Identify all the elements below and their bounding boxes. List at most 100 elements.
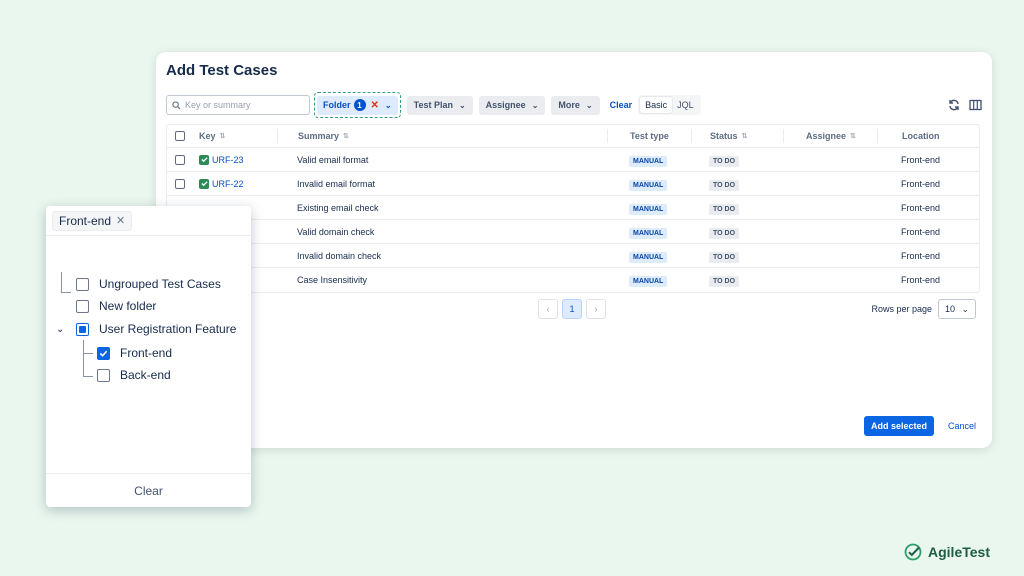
row-checkbox[interactable]	[175, 154, 185, 165]
folder-filter-highlight: Folder 1 ✕ ⌄	[314, 92, 401, 118]
refresh-icon[interactable]	[948, 99, 960, 111]
more-label: More	[558, 100, 580, 110]
status-badge: TO DO	[709, 179, 740, 191]
agiletest-logo-icon	[904, 543, 922, 561]
table-row[interactable]: URF-22 Invalid email format MANUAL TO DO…	[167, 172, 979, 196]
tree-checkbox-checked[interactable]	[97, 346, 110, 360]
header-assignee-label: Assignee	[806, 131, 847, 141]
tree-item-label: User Registration Feature	[99, 322, 237, 336]
test-type-badge: MANUAL	[629, 227, 668, 239]
add-selected-button[interactable]: Add selected	[863, 416, 934, 436]
assignee-filter-button[interactable]: Assignee ⌄	[478, 95, 546, 115]
test-type-badge: MANUAL	[629, 251, 668, 263]
sort-icon: ⇅	[343, 133, 349, 140]
table-row[interactable]: Case Insensitivity MANUAL TO DO Front-en…	[167, 268, 979, 292]
test-type-badge: MANUAL	[629, 179, 668, 191]
status-badge: TO DO	[709, 155, 740, 167]
dialog-title: Add Test Cases	[166, 62, 278, 79]
check-icon	[99, 350, 108, 357]
tree-checkbox[interactable]	[76, 277, 89, 291]
test-plan-filter-button[interactable]: Test Plan ⌄	[406, 95, 473, 115]
remove-tag-icon[interactable]: ✕	[116, 214, 125, 227]
summary-cell: Invalid email format	[297, 178, 376, 189]
status-badge: TO DO	[709, 227, 740, 239]
tree-item-back-end[interactable]: Back-end	[97, 368, 171, 382]
page-button-current[interactable]: 1	[562, 299, 582, 319]
rows-per-page-label: Rows per page	[871, 304, 932, 314]
test-type-badge: MANUAL	[629, 203, 668, 215]
header-test-type: Test type	[607, 129, 691, 143]
brand-logo: AgileTest	[904, 543, 990, 561]
location-cell: Front-end	[901, 154, 941, 165]
test-cases-table: Key ⇅ Summary ⇅ Test type Status ⇅ Assignee…	[166, 124, 980, 293]
tree-item-ungrouped[interactable]: Ungrouped Test Cases	[76, 277, 221, 291]
header-key[interactable]: Key ⇅	[193, 131, 277, 141]
selected-folders-bar: Front-end ✕	[46, 206, 251, 236]
clear-folder-icon[interactable]: ✕	[371, 100, 379, 111]
tree-item-new-folder[interactable]: New folder	[76, 299, 156, 313]
next-page-button[interactable]: ›	[586, 299, 606, 319]
selected-folder-tag: Front-end ✕	[52, 210, 133, 231]
chevron-left-icon: ‹	[546, 304, 550, 314]
test-plan-label: Test Plan	[413, 100, 453, 110]
select-all-checkbox[interactable]	[175, 131, 185, 141]
header-status-label: Status	[710, 131, 738, 141]
add-test-cases-dialog: Add Test Cases Folder 1 ✕ ⌄ Test Plan ⌄ …	[156, 52, 992, 448]
brand-name: AgileTest	[928, 544, 990, 560]
table-row[interactable]: Existing email check MANUAL TO DO Front-…	[167, 196, 979, 220]
status-badge: TO DO	[709, 203, 740, 215]
sort-icon: ⇅	[219, 133, 226, 140]
row-checkbox[interactable]	[175, 178, 185, 189]
jql-mode-tab[interactable]: JQL	[672, 97, 699, 113]
search-box[interactable]	[166, 95, 310, 115]
table-header-row: Key ⇅ Summary ⇅ Test type Status ⇅ Assignee…	[167, 125, 979, 148]
query-mode-toggle: Basic JQL	[638, 95, 701, 115]
table-row[interactable]: URF-23 Valid email format MANUAL TO DO F…	[167, 148, 979, 172]
folder-clear-button[interactable]: Clear	[46, 473, 251, 507]
test-case-icon	[199, 154, 209, 165]
tree-item-label: Back-end	[120, 368, 171, 382]
rows-per-page-select[interactable]: 10 ⌄	[938, 299, 976, 319]
cancel-button[interactable]: Cancel	[948, 421, 976, 431]
more-filter-button[interactable]: More ⌄	[551, 95, 600, 115]
tree-item-user-registration[interactable]: ⌄ User Registration Feature	[56, 322, 236, 336]
chevron-right-icon: ›	[594, 304, 598, 314]
tree-checkbox[interactable]	[97, 368, 110, 382]
tree-connector	[83, 340, 84, 376]
chevron-down-icon: ⌄	[961, 303, 969, 314]
tree-checkbox[interactable]	[76, 299, 89, 313]
location-cell: Front-end	[901, 250, 941, 261]
summary-cell: Existing email check	[297, 202, 379, 213]
location-cell: Front-end	[901, 202, 941, 213]
search-input[interactable]	[185, 100, 303, 110]
test-case-key-link[interactable]: URF-23	[212, 155, 244, 165]
filter-toolbar: Folder 1 ✕ ⌄ Test Plan ⌄ Assignee ⌄ More…	[166, 92, 982, 118]
columns-icon[interactable]	[969, 99, 982, 111]
status-badge: TO DO	[709, 251, 740, 263]
toolbar-icons	[948, 99, 982, 111]
test-case-icon	[199, 178, 209, 189]
tree-item-label: Ungrouped Test Cases	[99, 277, 221, 291]
folder-count-badge: 1	[353, 99, 366, 111]
tree-connector	[61, 272, 62, 292]
sort-icon: ⇅	[850, 133, 856, 140]
search-icon	[172, 100, 181, 110]
prev-page-button[interactable]: ‹	[538, 299, 558, 319]
table-row[interactable]: Valid domain check MANUAL TO DO Front-en…	[167, 220, 979, 244]
rows-per-page-value: 10	[945, 304, 956, 314]
header-status[interactable]: Status ⇅	[691, 129, 783, 143]
location-cell: Front-end	[901, 275, 941, 285]
folder-filter-label: Folder	[323, 100, 351, 110]
summary-cell: Invalid domain check	[297, 250, 382, 261]
tree-item-front-end[interactable]: Front-end	[97, 346, 172, 360]
header-assignee[interactable]: Assignee ⇅	[783, 129, 877, 143]
folder-filter-button[interactable]: Folder 1 ✕ ⌄	[317, 95, 398, 115]
chevron-down-icon[interactable]: ⌄	[56, 324, 76, 335]
table-row[interactable]: Invalid domain check MANUAL TO DO Front-…	[167, 244, 979, 268]
header-summary[interactable]: Summary ⇅	[277, 129, 607, 143]
clear-filters-link[interactable]: Clear	[610, 100, 633, 110]
tree-checkbox-partial[interactable]	[76, 322, 89, 336]
basic-mode-tab[interactable]: Basic	[640, 97, 673, 113]
test-case-key-link[interactable]: URF-22	[212, 179, 244, 189]
header-summary-label: Summary	[298, 131, 340, 141]
